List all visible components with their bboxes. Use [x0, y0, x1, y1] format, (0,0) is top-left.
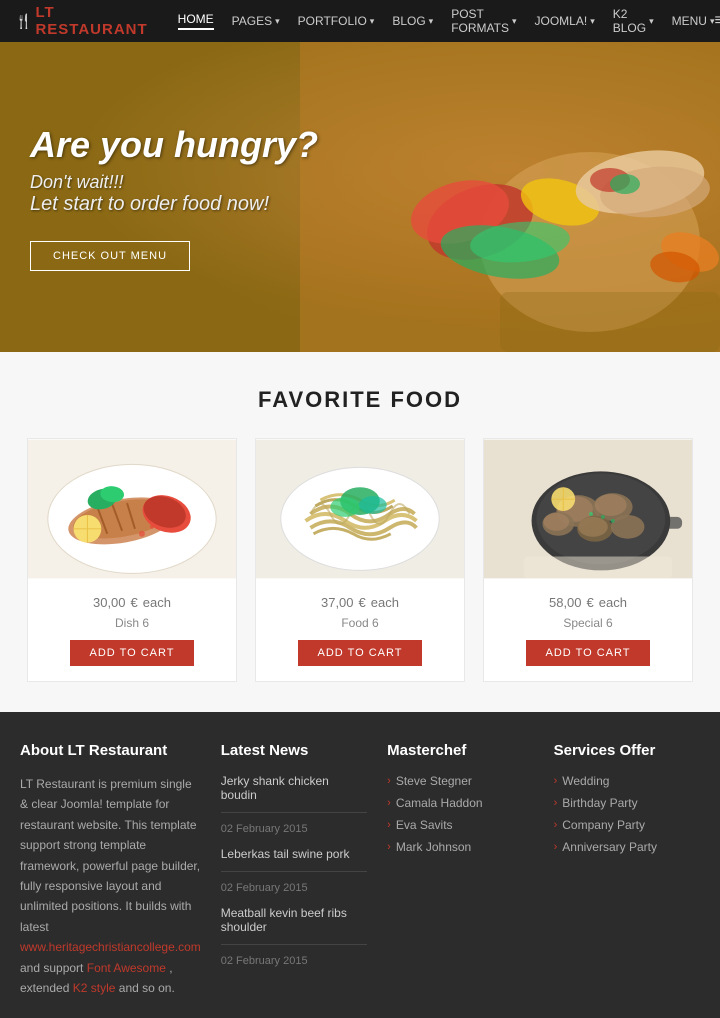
food-card-1: 30,00 € each Dish 6 ADD TO CART	[27, 438, 237, 682]
chevron-icon-6: ›	[554, 797, 558, 809]
footer-link-college[interactable]: www.heritagechristiancollege.com	[20, 940, 201, 954]
food-price-2: 37,00 € each	[256, 591, 464, 612]
service-link-1[interactable]: ›Wedding	[554, 774, 700, 788]
footer-masterchef-col: Masterchef ›Steve Stegner ›Camala Haddon…	[387, 742, 533, 998]
favorite-food-title: FAVORITE FOOD	[20, 387, 700, 413]
footer: About LT Restaurant LT Restaurant is pre…	[0, 712, 720, 1018]
logo-text: LT RESTAURANT	[35, 4, 147, 38]
hero-title: Are you hungry?	[30, 123, 318, 166]
nav-post-formats[interactable]: POST FORMATS▾	[451, 7, 516, 35]
header: 🍴 LT RESTAURANT HOME PAGES▾ PORTFOLIO▾ B…	[0, 0, 720, 42]
chevron-icon-7: ›	[554, 819, 558, 831]
hero-content: Are you hungry? Don't wait!!! Let start …	[0, 123, 348, 270]
chevron-icon-4: ›	[387, 841, 391, 853]
news-link-2[interactable]: Leberkas tail swine pork	[221, 847, 367, 861]
food-name-1: Dish 6	[28, 616, 236, 630]
hamburger-icon[interactable]: ≡	[714, 12, 720, 30]
service-link-4[interactable]: ›Anniversary Party	[554, 840, 700, 854]
news-date-3: 02 February 2015	[221, 955, 367, 967]
masterchef-link-4[interactable]: ›Mark Johnson	[387, 840, 533, 854]
footer-about-text: LT Restaurant is premium single & clear …	[20, 774, 201, 998]
hero-food-image	[300, 42, 720, 352]
footer-masterchef-title: Masterchef	[387, 742, 533, 759]
footer-about-title: About LT Restaurant	[20, 742, 201, 759]
footer-news-col: Latest News Jerky shank chicken boudin 0…	[221, 742, 367, 998]
logo-icon: 🍴	[15, 13, 32, 30]
food-image-1	[28, 439, 236, 579]
nav-menu[interactable]: MENU▾	[672, 14, 715, 28]
favorite-food-section: FAVORITE FOOD	[0, 352, 720, 712]
footer-services-title: Services Offer	[554, 742, 700, 759]
footer-services-col: Services Offer ›Wedding ›Birthday Party …	[554, 742, 700, 998]
news-link-1[interactable]: Jerky shank chicken boudin	[221, 774, 367, 802]
nav-blog[interactable]: BLOG▾	[392, 14, 433, 28]
hero-section: Are you hungry? Don't wait!!! Let start …	[0, 42, 720, 352]
news-item-2: Leberkas tail swine pork 02 February 201…	[221, 847, 367, 894]
news-date-2: 02 February 2015	[221, 882, 367, 894]
nav-home[interactable]: HOME	[178, 12, 214, 30]
food-name-2: Food 6	[256, 616, 464, 630]
logo[interactable]: 🍴 LT RESTAURANT	[15, 4, 148, 38]
chevron-icon-8: ›	[554, 841, 558, 853]
chevron-icon-5: ›	[554, 775, 558, 787]
chevron-icon-2: ›	[387, 797, 391, 809]
footer-news-title: Latest News	[221, 742, 367, 759]
food-card-2: 37,00 € each Food 6 ADD TO CART	[255, 438, 465, 682]
masterchef-link-1[interactable]: ›Steve Stegner	[387, 774, 533, 788]
news-item-3: Meatball kevin beef ribs shoulder 02 Feb…	[221, 906, 367, 967]
footer-about-col: About LT Restaurant LT Restaurant is pre…	[20, 742, 201, 998]
nav-pages[interactable]: PAGES▾	[232, 14, 280, 28]
masterchef-link-2[interactable]: ›Camala Haddon	[387, 796, 533, 810]
food-price-3: 58,00 € each	[484, 591, 692, 612]
masterchef-link-3[interactable]: ›Eva Savits	[387, 818, 533, 832]
nav-portfolio[interactable]: PORTFOLIO▾	[298, 14, 375, 28]
food-card-3: 58,00 € each Special 6 ADD TO CART	[483, 438, 693, 682]
chevron-icon-1: ›	[387, 775, 391, 787]
nav-k2blog[interactable]: K2 BLOG▾	[613, 7, 654, 35]
footer-link-fontawesome[interactable]: Font Awesome	[87, 961, 166, 975]
food-image-2	[256, 439, 464, 579]
food-price-1: 30,00 € each	[28, 591, 236, 612]
service-link-2[interactable]: ›Birthday Party	[554, 796, 700, 810]
add-to-cart-button-1[interactable]: ADD TO CART	[70, 640, 195, 666]
food-grid: 30,00 € each Dish 6 ADD TO CART	[20, 438, 700, 682]
food-image-3	[484, 439, 692, 579]
hero-subtitle: Don't wait!!!	[30, 172, 318, 193]
main-nav: HOME PAGES▾ PORTFOLIO▾ BLOG▾ POST FORMAT…	[178, 7, 715, 35]
checkout-menu-button[interactable]: CHECK OUT MENU	[30, 241, 190, 271]
news-date-1: 02 February 2015	[221, 823, 367, 835]
footer-link-k2[interactable]: K2 style	[73, 981, 116, 995]
service-link-3[interactable]: ›Company Party	[554, 818, 700, 832]
chevron-icon-3: ›	[387, 819, 391, 831]
hero-tagline: Let start to order food now!	[30, 193, 318, 216]
nav-joomla[interactable]: JOOMLA!▾	[535, 14, 595, 28]
add-to-cart-button-3[interactable]: ADD TO CART	[526, 640, 651, 666]
food-name-3: Special 6	[484, 616, 692, 630]
news-item-1: Jerky shank chicken boudin 02 February 2…	[221, 774, 367, 835]
news-link-3[interactable]: Meatball kevin beef ribs shoulder	[221, 906, 367, 934]
add-to-cart-button-2[interactable]: ADD TO CART	[298, 640, 423, 666]
